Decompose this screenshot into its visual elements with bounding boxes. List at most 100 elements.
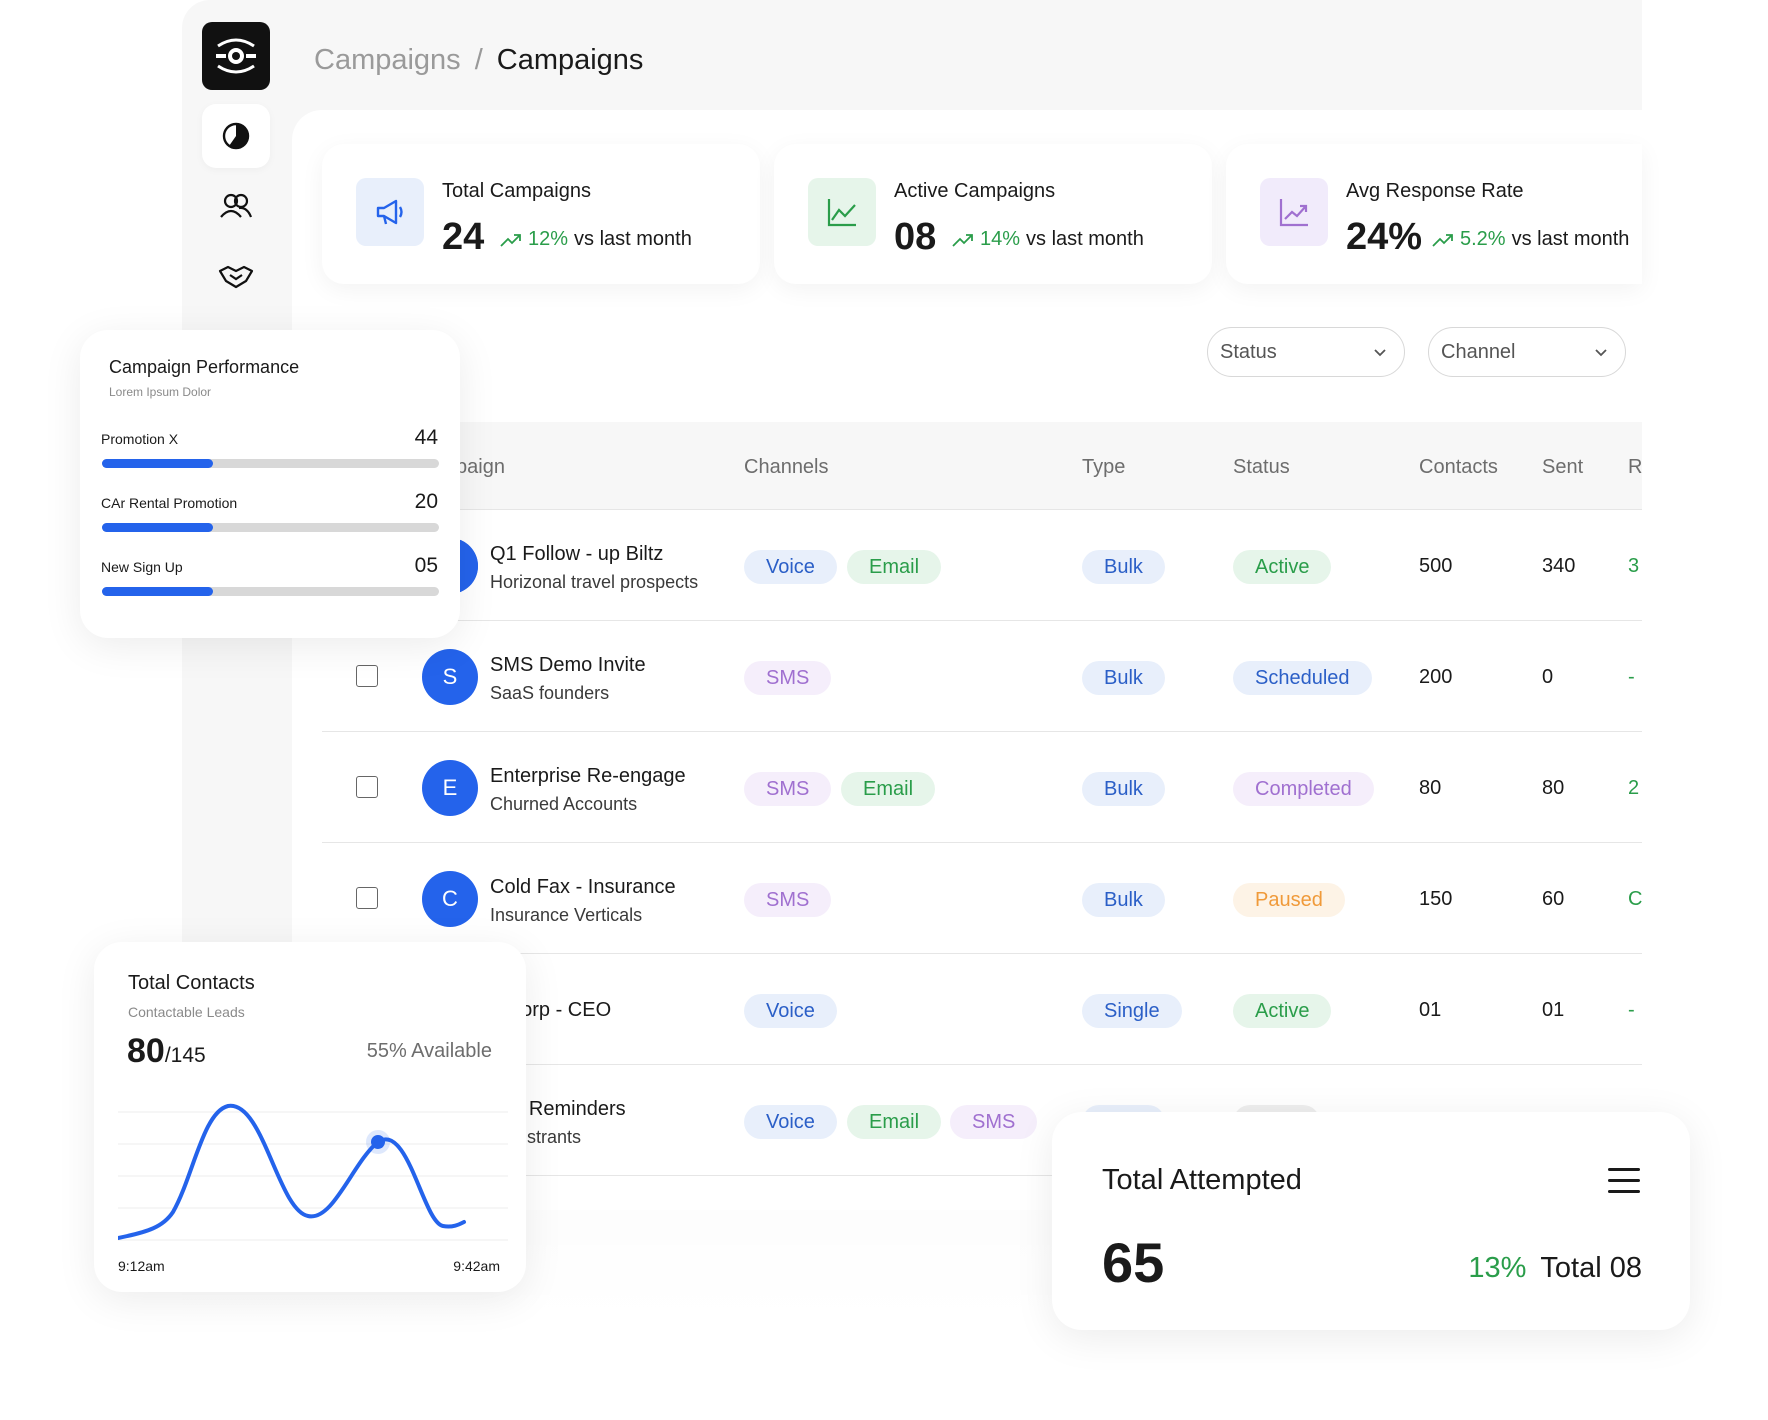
performance-subtitle: Lorem Ipsum Dolor: [109, 385, 212, 399]
campaign-name[interactable]: SMS Demo Invite: [490, 654, 646, 677]
sent-count: 340: [1542, 555, 1576, 577]
status-filter[interactable]: Status: [1207, 327, 1405, 377]
logo-icon[interactable]: [202, 22, 270, 90]
performance-title: Campaign Performance: [109, 357, 300, 377]
stat-title: Total Campaigns: [442, 180, 591, 202]
stat-trend-text: vs last month: [1511, 228, 1630, 250]
attempted-title: Total Attempted: [1102, 1164, 1302, 1196]
trend-up-icon: [1260, 178, 1328, 246]
stat-value: 24%: [1346, 216, 1423, 258]
nav-contacts[interactable]: [202, 174, 270, 238]
contacts-count: 01: [1419, 999, 1442, 1021]
total-attempted-card: Total Attempted 65 13% Total 08: [1052, 1112, 1690, 1330]
table-row[interactable]: C Cold Fax - Insurance Insurance Vertica…: [322, 843, 1642, 954]
stat-trend-text: vs last month: [574, 228, 692, 250]
contacts-available: 55% Available: [366, 1040, 492, 1062]
header-sent[interactable]: Sent: [1542, 456, 1583, 479]
header-rate[interactable]: R: [1628, 456, 1642, 479]
header-channels[interactable]: Channels: [744, 456, 829, 479]
performance-item-value: 20: [414, 490, 438, 513]
time-end-label: 9:42am: [453, 1258, 500, 1274]
pie-chart-icon: [222, 122, 250, 150]
nav-dashboard[interactable]: [202, 104, 270, 168]
contacts-line-chart: [118, 1103, 508, 1241]
status-filter-label: Status: [1220, 340, 1277, 363]
breadcrumb-current: Campaigns: [496, 44, 644, 76]
channel-chip-email: Email: [847, 550, 942, 584]
campaign-audience: Horizonal travel prospects: [490, 572, 699, 592]
channel-chip-sms: SMS: [744, 772, 832, 806]
performance-progress-fill: [102, 459, 214, 468]
nav-deals[interactable]: [202, 244, 270, 308]
contacts-title: Total Contacts: [128, 972, 255, 994]
breadcrumb-parent[interactable]: Campaigns: [314, 44, 461, 77]
avatar: E: [422, 760, 478, 816]
stat-trend-pct: 12%: [528, 228, 569, 250]
table-row[interactable]: Q1 Follow - up Biltz Horizonal travel pr…: [322, 510, 1642, 621]
channel-chip-sms: SMS: [744, 883, 832, 917]
channel-filter[interactable]: Channel: [1428, 327, 1626, 377]
performance-item-value: 05: [414, 554, 438, 577]
contacts-count: 150: [1419, 888, 1453, 910]
campaign-name[interactable]: Enterprise Re-engage: [490, 765, 686, 788]
campaign-performance-card: Campaign Performance Lorem Ipsum Dolor P…: [80, 330, 460, 638]
sent-count: 01: [1542, 999, 1565, 1021]
sent-count: 60: [1542, 888, 1565, 910]
users-icon: [220, 193, 253, 218]
type-chip: Bulk: [1082, 772, 1165, 806]
type-chip: Single: [1082, 994, 1182, 1028]
type-chip: Bulk: [1082, 550, 1165, 584]
performance-progress: [102, 587, 439, 596]
status-badge: Paused: [1233, 883, 1345, 917]
type-chip: Bulk: [1082, 661, 1165, 695]
header-contacts[interactable]: Contacts: [1419, 456, 1498, 479]
performance-item-value: 44: [414, 426, 438, 449]
highlight-point[interactable]: [371, 1135, 385, 1149]
total-contacts-card: Total Contacts Contactable Leads 80/145 …: [94, 942, 526, 1292]
channel-chip-voice: Voice: [744, 550, 837, 584]
breadcrumb: Campaigns / Campaigns: [314, 44, 643, 77]
performance-progress: [102, 459, 439, 468]
row-checkbox[interactable]: [356, 665, 378, 687]
campaign-name[interactable]: Q1 Follow - up Biltz: [490, 543, 663, 566]
table-row[interactable]: S SMS Demo Invite SaaS founders SMS Bulk…: [322, 621, 1642, 732]
stat-value: 08: [894, 216, 937, 258]
contacts-count: 80: [127, 1032, 165, 1070]
header-campaign[interactable]: paign: [456, 456, 505, 479]
attempted-summary: 13% Total 08: [1468, 1252, 1642, 1285]
stat-card-active-campaigns: Active Campaigns 08 14% vs last month: [774, 144, 1212, 284]
row-checkbox[interactable]: [356, 887, 378, 909]
stat-value: 24: [442, 216, 485, 258]
menu-icon[interactable]: [1608, 1168, 1640, 1194]
header-status[interactable]: Status: [1233, 456, 1290, 479]
trend-arrow-icon: [952, 233, 973, 247]
row-checkbox[interactable]: [356, 776, 378, 798]
channel-filter-label: Channel: [1441, 340, 1516, 363]
time-start-label: 9:12am: [118, 1258, 165, 1274]
table-row[interactable]: E Enterprise Re-engage Churned Accounts …: [322, 732, 1642, 843]
status-badge: Scheduled: [1233, 661, 1372, 695]
contacts-count: 80: [1419, 777, 1442, 799]
channel-chip-email: Email: [847, 1105, 942, 1139]
stat-trend-pct: 14%: [980, 228, 1021, 250]
contacts-count: 200: [1419, 666, 1453, 688]
campaign-name[interactable]: Cold Fax - Insurance: [490, 876, 676, 899]
avatar: C: [422, 871, 478, 927]
rate-value: -: [1628, 999, 1635, 1021]
chevron-down-icon: [1595, 349, 1607, 357]
contacts-count: 500: [1419, 555, 1453, 577]
handshake-icon: [218, 265, 254, 289]
performance-progress: [102, 523, 439, 532]
performance-item-label: Promotion X: [101, 431, 179, 447]
stat-card-avg-response-rate: Avg Response Rate 24% 5.2% vs last month: [1226, 144, 1642, 284]
rate-value: -: [1628, 666, 1635, 688]
performance-progress-fill: [102, 587, 214, 596]
campaign-audience: Churned Accounts: [490, 794, 638, 814]
megaphone-icon: [356, 178, 424, 246]
rate-value: C: [1628, 888, 1643, 910]
rate-value: 3: [1628, 555, 1640, 577]
contacts-subtitle: Contactable Leads: [128, 1004, 245, 1020]
line-chart-icon: [808, 178, 876, 246]
stat-title: Active Campaigns: [894, 180, 1056, 202]
header-type[interactable]: Type: [1082, 456, 1125, 479]
